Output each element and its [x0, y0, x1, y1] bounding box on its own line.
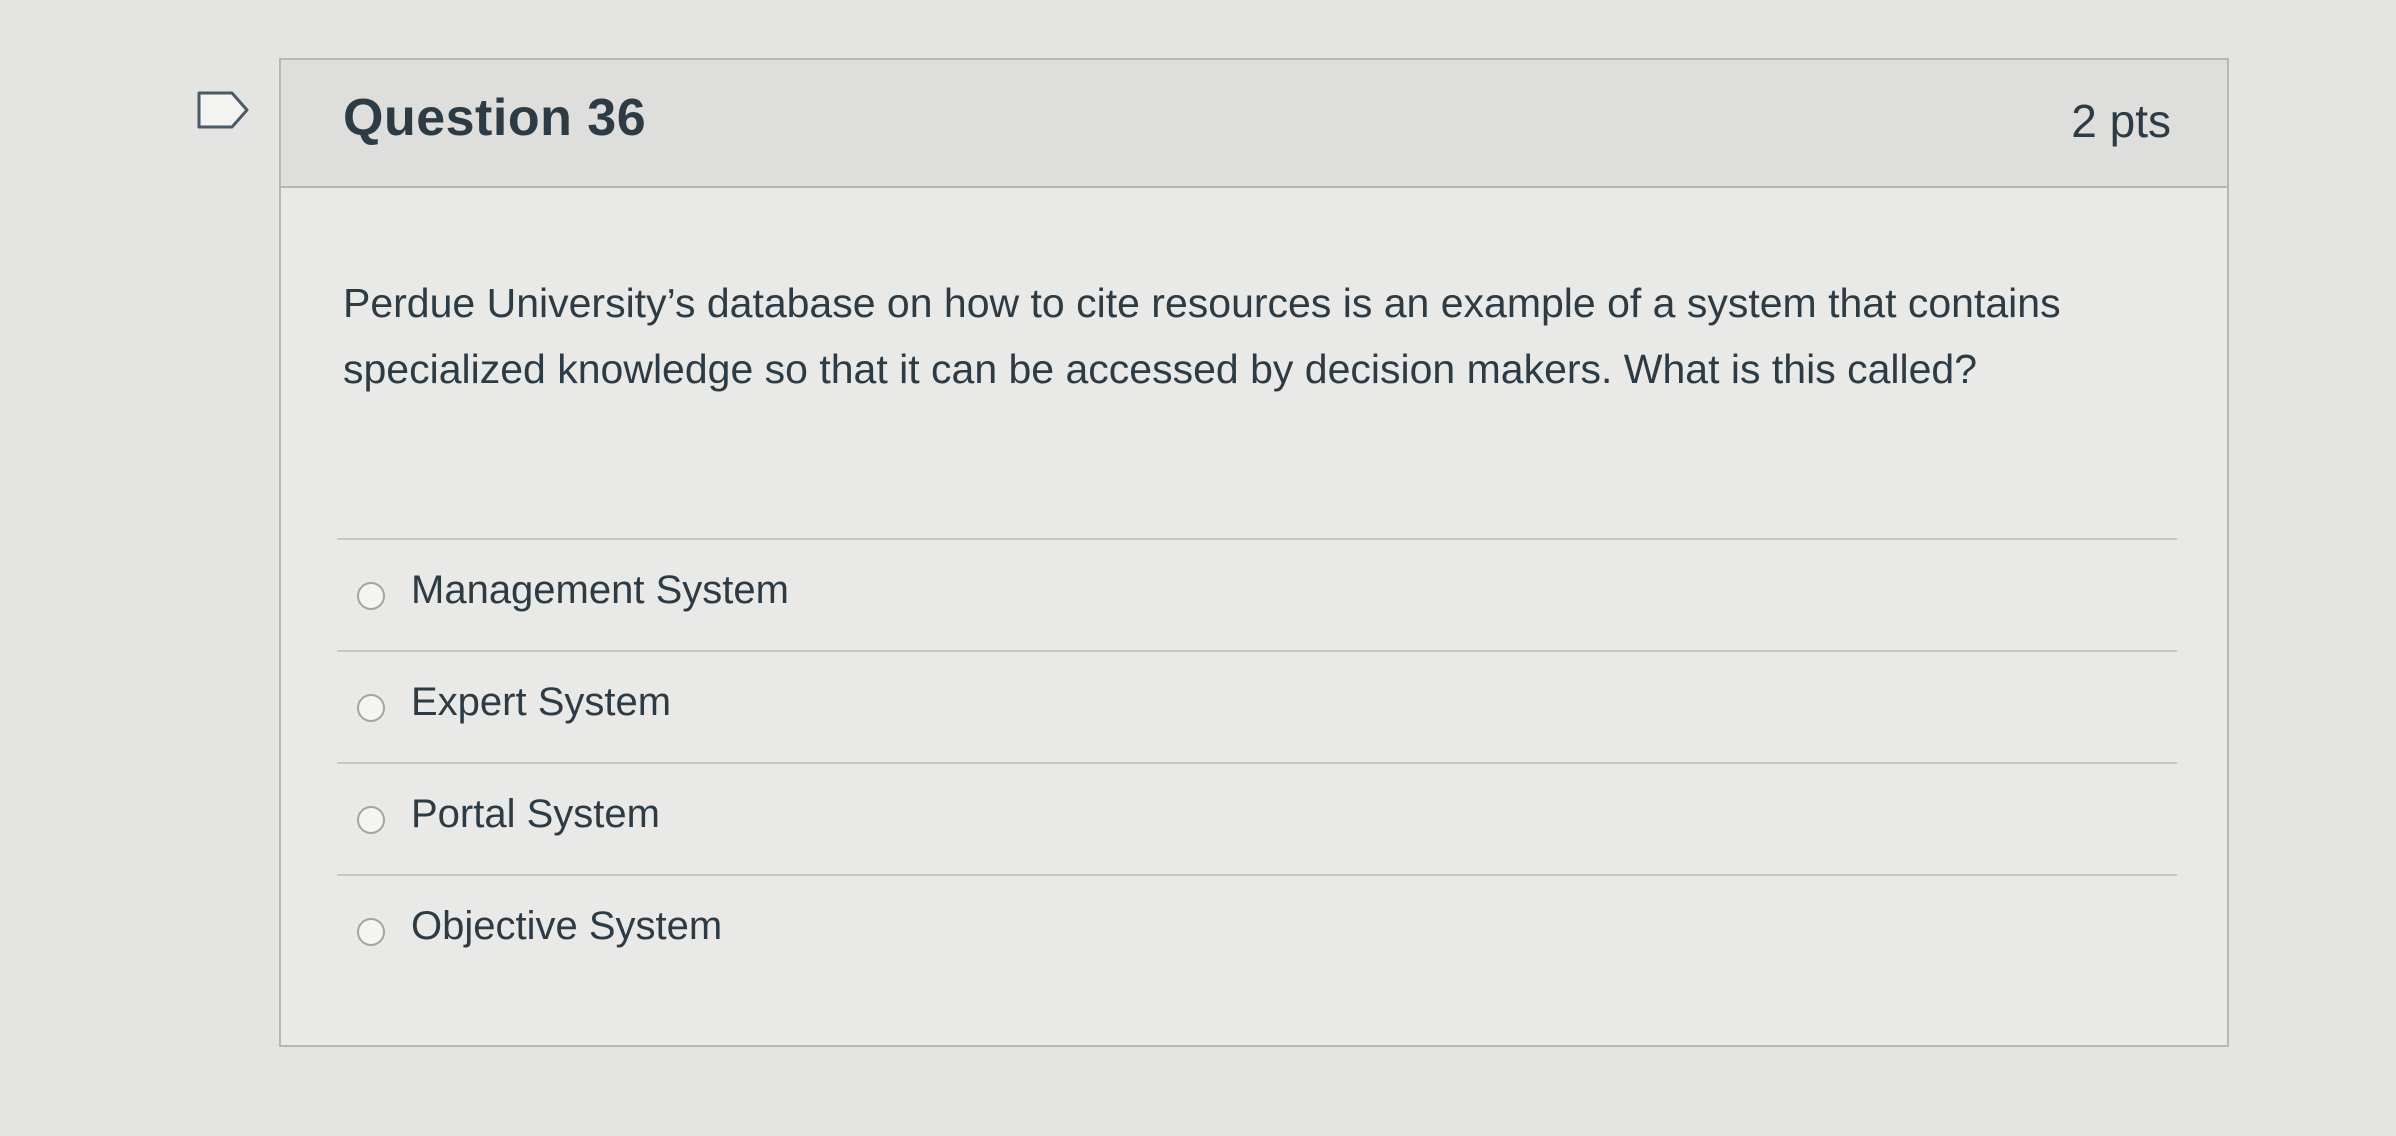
answer-label[interactable]: Expert System: [411, 680, 671, 725]
question-card: Question 36 2 pts Perdue University’s da…: [279, 58, 2229, 1047]
answer-list: Management System Expert System Portal S…: [337, 538, 2177, 986]
question-points: 2 pts: [2071, 95, 2171, 147]
answer-label[interactable]: Portal System: [411, 792, 660, 837]
answer-label[interactable]: Objective System: [411, 904, 722, 949]
question-text: Perdue University’s database on how to c…: [343, 280, 2061, 392]
flag-question-icon[interactable]: [196, 90, 250, 130]
radio-button[interactable]: [357, 806, 385, 834]
answer-option[interactable]: Portal System: [337, 762, 2177, 874]
answer-option[interactable]: Management System: [337, 538, 2177, 650]
radio-button[interactable]: [357, 694, 385, 722]
question-title: Question 36: [343, 89, 647, 147]
radio-button[interactable]: [357, 918, 385, 946]
radio-button[interactable]: [357, 582, 385, 610]
answer-label[interactable]: Management System: [411, 568, 789, 613]
answer-option[interactable]: Objective System: [337, 874, 2177, 986]
question-header: Question 36 2 pts: [281, 60, 2227, 188]
answer-option[interactable]: Expert System: [337, 650, 2177, 762]
